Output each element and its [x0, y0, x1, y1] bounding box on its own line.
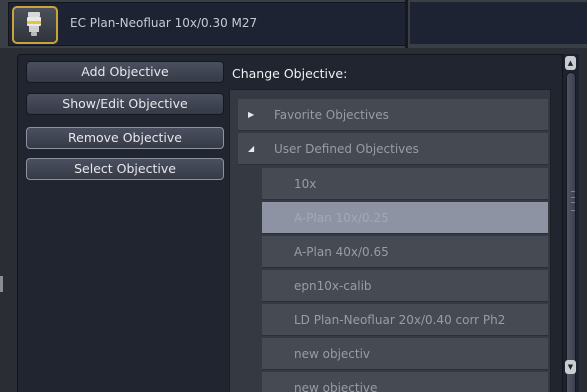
- tree-group-label: Favorite Objectives: [274, 108, 389, 122]
- tree-item[interactable]: new objective: [262, 372, 548, 392]
- tree-group-user-defined[interactable]: ◢ User Defined Objectives: [238, 133, 548, 165]
- current-objective-label: EC Plan-Neofluar 10x/0.30 M27: [70, 16, 258, 30]
- select-objective-button[interactable]: Select Objective: [26, 158, 224, 180]
- grip-icon: [571, 191, 575, 211]
- tree-item[interactable]: A-Plan 40x/0.65: [262, 236, 548, 268]
- vertical-scrollbar[interactable]: ▲ ▼: [562, 54, 579, 392]
- objective-dropdown-button[interactable]: [12, 6, 58, 44]
- arrow-down-icon[interactable]: ▼: [565, 360, 576, 374]
- scrollbar-thumb[interactable]: [566, 72, 576, 392]
- arrow-up-icon[interactable]: ▲: [565, 56, 576, 70]
- tree-item-selected[interactable]: A-Plan 10x/0.25: [262, 202, 548, 234]
- toolbar-divider: [405, 0, 408, 48]
- remove-objective-button[interactable]: Remove Objective: [26, 127, 224, 149]
- objective-lens-icon: [27, 12, 41, 36]
- tree-group-favorites[interactable]: ▶ Favorite Objectives: [238, 99, 548, 131]
- tree-item[interactable]: 10x: [262, 168, 548, 200]
- objective-tree: ▶ Favorite Objectives ◢ User Defined Obj…: [229, 89, 551, 392]
- change-objective-label: Change Objective:: [232, 66, 348, 81]
- objective-selector-window: EC Plan-Neofluar 10x/0.30 M27 Add Object…: [0, 0, 587, 392]
- tree-item[interactable]: LD Plan-Neofluar 20x/0.40 corr Ph2: [262, 304, 548, 336]
- triangle-down-icon[interactable]: ◢: [248, 133, 260, 164]
- show-edit-objective-button[interactable]: Show/Edit Objective: [26, 93, 224, 115]
- tree-item[interactable]: new objectiv: [262, 338, 548, 370]
- tree-item[interactable]: epn10x-calib: [262, 270, 548, 302]
- tree-group-label: User Defined Objectives: [274, 142, 419, 156]
- toolbar-right-area: [410, 2, 587, 44]
- add-objective-button[interactable]: Add Objective: [26, 61, 224, 83]
- triangle-right-icon[interactable]: ▶: [248, 99, 260, 130]
- edge-marker: [0, 276, 3, 292]
